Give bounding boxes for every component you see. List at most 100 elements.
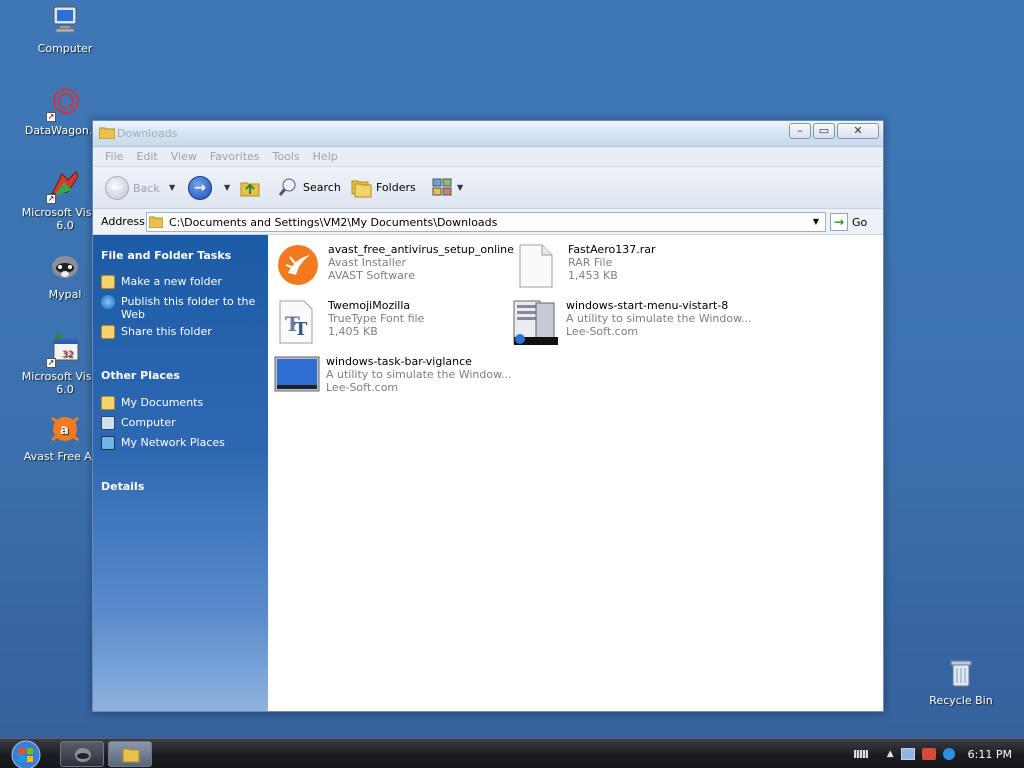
computer-link[interactable]: Computer xyxy=(101,416,266,430)
desktop-icon-computer[interactable]: Computer xyxy=(15,4,115,55)
my-network-places-link[interactable]: My Network Places xyxy=(101,436,266,450)
file-item[interactable]: FastAero137.rar RAR File 1,453 KB xyxy=(516,243,656,289)
windows-logo-icon xyxy=(11,740,41,768)
shortcut-arrow-icon: ↗ xyxy=(46,194,56,204)
file-type: TrueType Font file xyxy=(328,312,425,325)
file-list: avast_free_antivirus_setup_online Avast … xyxy=(268,235,883,711)
address-bar: Address C:\Documents and Settings\VM2\My… xyxy=(93,209,883,235)
go-label: Go xyxy=(852,215,868,229)
toolbar: ← Back ▼ → ▼ Search Folders ▼ xyxy=(93,167,883,209)
taskbar-mypal-button[interactable] xyxy=(60,741,104,767)
mypal-icon xyxy=(48,250,82,284)
avast-icon: a xyxy=(48,412,82,446)
views-button[interactable]: ▼ xyxy=(431,176,463,198)
desktop-icon-recycle-bin[interactable]: Recycle Bin xyxy=(918,656,1004,707)
taskbar-clock[interactable]: 6:11 PM xyxy=(968,748,1012,761)
back-button[interactable]: ← Back xyxy=(105,176,160,200)
network-icon xyxy=(101,436,115,450)
address-dropdown-icon[interactable]: ▼ xyxy=(809,215,823,229)
file-name: windows-start-menu-vistart-8 xyxy=(566,299,729,312)
file-name: TwemojiMozilla xyxy=(328,299,411,312)
folder-icon xyxy=(149,216,163,228)
svg-text:a: a xyxy=(60,423,69,438)
volume-tray-icon[interactable] xyxy=(921,748,936,760)
address-input[interactable]: C:\Documents and Settings\VM2\My Documen… xyxy=(146,212,826,232)
folders-button[interactable]: Folders xyxy=(350,176,416,198)
start-button[interactable] xyxy=(6,740,46,768)
folder-icon xyxy=(99,127,115,139)
make-new-folder-link[interactable]: Make a new folder xyxy=(101,275,266,289)
file-publisher: Lee-Soft.com xyxy=(566,325,639,338)
menu-file[interactable]: File xyxy=(105,150,130,163)
publish-folder-link[interactable]: Publish this folder to the Web xyxy=(101,295,266,321)
search-button[interactable]: Search xyxy=(277,176,341,198)
minimize-button[interactable]: – xyxy=(789,123,811,139)
taskbar-explorer-button[interactable] xyxy=(108,741,152,767)
my-documents-link[interactable]: My Documents xyxy=(101,396,266,410)
back-arrow-icon: ← xyxy=(105,176,129,200)
task-label: Make a new folder xyxy=(121,275,222,288)
forward-button[interactable]: → xyxy=(188,176,212,200)
views-dropdown-icon: ▼ xyxy=(457,182,464,192)
task-label: Share this folder xyxy=(121,325,212,338)
desktop-icon-label: Computer xyxy=(37,42,93,55)
menu-edit[interactable]: Edit xyxy=(136,150,164,163)
window-title: Downloads xyxy=(117,127,178,140)
file-item[interactable]: TT TwemojiMozilla TrueType Font file 1,4… xyxy=(276,299,424,345)
file-name: windows-task-bar-viglance xyxy=(326,355,472,368)
share-folder-icon xyxy=(101,325,115,339)
address-path: C:\Documents and Settings\VM2\My Documen… xyxy=(169,216,498,229)
close-button[interactable]: ✕ xyxy=(837,123,879,139)
computer-icon xyxy=(48,4,82,38)
shortcut-arrow-icon: ↗ xyxy=(46,358,56,368)
address-label: Address xyxy=(101,215,145,228)
back-dropdown-icon[interactable]: ▼ xyxy=(169,183,175,192)
network-tray-icon[interactable] xyxy=(900,748,915,760)
file-item[interactable]: windows-task-bar-viglance A utility to s… xyxy=(274,355,512,401)
avast-installer-icon xyxy=(276,243,322,289)
maximize-button[interactable]: ▭ xyxy=(813,123,835,139)
place-label: My Documents xyxy=(121,396,204,409)
new-folder-icon xyxy=(101,275,115,289)
folders-icon xyxy=(351,180,372,198)
place-label: My Network Places xyxy=(121,436,225,449)
details-header[interactable]: Details xyxy=(101,480,144,493)
file-type: RAR File xyxy=(568,256,613,269)
recycle-bin-icon xyxy=(946,656,976,690)
file-size: 1,405 KB xyxy=(328,325,378,338)
menu-help[interactable]: Help xyxy=(313,150,345,163)
file-item[interactable]: avast_free_antivirus_setup_online Avast … xyxy=(276,243,514,289)
blank-file-icon xyxy=(516,243,562,289)
computer-icon xyxy=(101,416,115,430)
title-bar[interactable]: Downloads – ▭ ✕ xyxy=(93,121,883,147)
task-label: Publish this folder to the Web xyxy=(121,295,256,321)
file-description: A utility to simulate the Window... xyxy=(566,312,752,325)
place-label: Computer xyxy=(121,416,176,429)
svg-text:T: T xyxy=(294,319,308,340)
file-size: 1,453 KB xyxy=(568,269,618,282)
menu-favorites[interactable]: Favorites xyxy=(210,150,267,163)
other-places-header[interactable]: Other Places xyxy=(101,369,180,382)
go-button[interactable]: → Go xyxy=(830,212,867,232)
up-folder-button[interactable] xyxy=(239,176,261,198)
tray-expand-icon[interactable]: ▲ xyxy=(887,749,894,759)
browser-tray-icon[interactable] xyxy=(942,748,955,760)
explorer-window: Downloads – ▭ ✕ File Edit View Favorites… xyxy=(92,120,884,712)
menu-view[interactable]: View xyxy=(171,150,204,163)
system-tray: ▲ 6:11 PM xyxy=(853,739,1024,768)
file-item[interactable]: windows-start-menu-vistart-8 A utility t… xyxy=(510,299,752,345)
search-icon xyxy=(278,178,296,196)
menu-tools[interactable]: Tools xyxy=(273,150,307,163)
taskbar: ▲ 6:11 PM xyxy=(0,738,1024,768)
views-icon xyxy=(432,178,452,196)
forward-dropdown-icon[interactable]: ▼ xyxy=(224,183,230,192)
file-name: FastAero137.rar xyxy=(568,243,656,256)
file-folder-tasks-header[interactable]: File and Folder Tasks xyxy=(101,249,231,262)
keyboard-icon[interactable] xyxy=(853,750,868,758)
share-folder-link[interactable]: Share this folder xyxy=(101,325,266,339)
task-pane: File and Folder Tasks Make a new folder … xyxy=(93,235,268,711)
vistart-icon xyxy=(510,299,560,345)
visual-basic-icon: 32 ↗ xyxy=(46,332,82,368)
file-name: avast_free_antivirus_setup_online xyxy=(328,243,514,256)
menu-bar: File Edit View Favorites Tools Help xyxy=(93,147,883,167)
